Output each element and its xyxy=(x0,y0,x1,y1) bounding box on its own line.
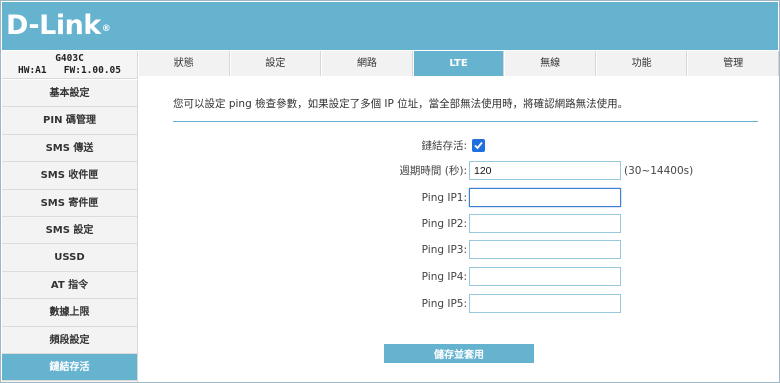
period-row: 週期時間 (秒): (30~14400s) xyxy=(139,161,779,181)
keepalive-checkbox[interactable] xyxy=(472,139,485,152)
ping-ip2-input[interactable] xyxy=(469,214,621,233)
device-model: G403C xyxy=(55,53,84,64)
save-apply-button[interactable]: 儲存並套用 xyxy=(384,344,534,363)
keepalive-label: 鏈結存活: xyxy=(421,140,467,152)
tab-management[interactable]: 管理 xyxy=(687,51,780,76)
ping-ip5-row: Ping IP5: xyxy=(139,294,779,314)
router-admin-window: D-Link® G403C HW:A1 FW:1.00.05 狀態 設定 網路 … xyxy=(0,0,780,383)
tab-setup[interactable]: 設定 xyxy=(229,51,322,76)
device-versions: HW:A1 FW:1.00.05 xyxy=(2,65,137,77)
ping-ip5-label: Ping IP5: xyxy=(421,298,467,310)
ping-ip2-row: Ping IP2: xyxy=(139,214,779,234)
tab-wireless[interactable]: 無線 xyxy=(504,51,596,76)
tab-status[interactable]: 狀態 xyxy=(138,51,230,76)
top-nav-tabs: 狀態 設定 網路 LTE 無線 功能 管理 xyxy=(138,51,780,76)
sidebar-item-at-command[interactable]: AT 指令 xyxy=(2,272,137,300)
ping-ip4-label: Ping IP4: xyxy=(421,271,467,283)
fw-version: FW:1.00.05 xyxy=(63,65,121,76)
keepalive-row: 鏈結存活: xyxy=(139,136,779,156)
sidebar-item-pin-management[interactable]: PIN 碼管理 xyxy=(2,107,137,135)
ping-ip4-input[interactable] xyxy=(469,267,621,286)
divider xyxy=(173,121,758,122)
tab-lte[interactable]: LTE xyxy=(412,51,505,76)
dlink-logo: D-Link® xyxy=(6,10,111,41)
checkmark-icon xyxy=(474,141,483,150)
tab-network[interactable]: 網路 xyxy=(321,51,413,76)
ping-ip3-row: Ping IP3: xyxy=(139,240,779,260)
period-input[interactable] xyxy=(469,161,621,180)
ping-ip1-row: Ping IP1: xyxy=(139,188,779,208)
ping-ip5-input[interactable] xyxy=(469,294,621,313)
period-range-hint: (30~14400s) xyxy=(624,165,694,177)
ping-ip4-row: Ping IP4: xyxy=(139,267,779,287)
main-content: 您可以設定 ping 檢查參數，如果設定了多個 IP 位址，當全部無法使用時，將… xyxy=(139,76,779,382)
registered-mark: ® xyxy=(101,24,111,34)
sidebar-item-sms-inbox[interactable]: SMS 收件匣 xyxy=(2,162,137,190)
ping-ip1-label: Ping IP1: xyxy=(421,192,467,204)
tab-features[interactable]: 功能 xyxy=(595,51,688,76)
sidebar-item-sms-send[interactable]: SMS 傳送 xyxy=(2,135,137,163)
sidebar-item-sms-outbox[interactable]: SMS 寄件匣 xyxy=(2,190,137,217)
hw-version: HW:A1 xyxy=(18,65,47,76)
sidebar-item-ussd[interactable]: USSD xyxy=(2,244,137,272)
sidebar-item-band-settings[interactable]: 頻段設定 xyxy=(2,327,137,354)
sidebar-item-link-keepalive[interactable]: 鏈結存活 xyxy=(2,353,137,382)
sidebar-menu: 基本設定 PIN 碼管理 SMS 傳送 SMS 收件匣 SMS 寄件匣 SMS … xyxy=(2,80,138,382)
sidebar-item-data-limit[interactable]: 數據上限 xyxy=(2,299,137,327)
header-bar: D-Link® xyxy=(2,2,778,50)
device-info: G403C HW:A1 FW:1.00.05 xyxy=(2,51,138,79)
ping-ip1-input[interactable] xyxy=(469,188,621,207)
ping-ip3-input[interactable] xyxy=(469,240,621,259)
period-label: 週期時間 (秒): xyxy=(399,165,467,177)
sidebar-item-basic-settings[interactable]: 基本設定 xyxy=(2,80,137,108)
ping-ip3-label: Ping IP3: xyxy=(421,244,467,256)
page-description: 您可以設定 ping 檢查參數，如果設定了多個 IP 位址，當全部無法使用時，將… xyxy=(173,98,629,110)
ping-ip2-label: Ping IP2: xyxy=(421,218,467,230)
sidebar-item-sms-settings[interactable]: SMS 設定 xyxy=(2,217,137,245)
